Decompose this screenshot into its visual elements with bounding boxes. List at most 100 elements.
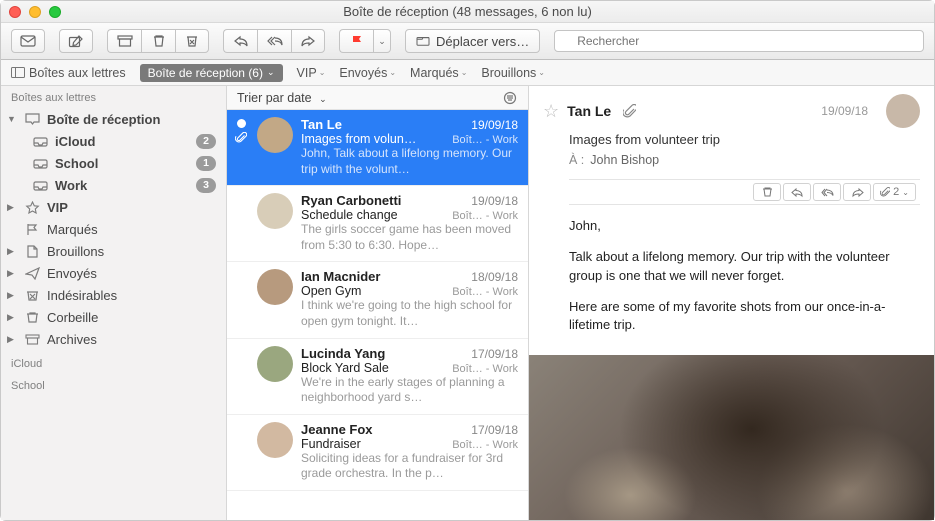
flag-menu-button[interactable]: ⌄ [373, 29, 391, 53]
mailbox-icon [31, 179, 49, 192]
message-subject: Images from volun… [301, 132, 416, 146]
message-row[interactable]: Lucinda Yang17/09/18Block Yard SaleBoît…… [227, 339, 528, 415]
move-to-button[interactable]: Déplacer vers… [405, 29, 540, 53]
favorite-link-envoyés[interactable]: Envoyés ⌄ [339, 66, 396, 80]
avatar [257, 346, 293, 382]
junk-button[interactable] [175, 29, 209, 53]
sidebar-inbox-label: Boîte de réception [47, 112, 216, 127]
reader-attachments-button[interactable]: 2 ⌄ [873, 183, 916, 201]
sidebar-archive[interactable]: ▶ Archives [1, 328, 226, 350]
get-mail-button[interactable] [11, 29, 45, 53]
message-row[interactable]: Ian Macnider18/09/18Open GymBoît… - Work… [227, 262, 528, 338]
mailboxes-label: Boîtes aux lettres [29, 66, 126, 80]
message-folder: Boît… - Work [452, 363, 518, 375]
message-folder: Boît… - Work [452, 134, 518, 146]
message-preview: We're in the early stages of planning a … [301, 375, 518, 406]
message-preview: John, Talk about a lifelong memory. Our … [301, 146, 518, 177]
sidebar-account-work[interactable]: Work3 [1, 174, 226, 196]
sidebar-account-icloud[interactable]: iCloud2 [1, 130, 226, 152]
close-window-button[interactable] [9, 6, 21, 18]
chevron-down-icon: ⌄ [319, 94, 327, 104]
reader-delete-button[interactable] [753, 183, 781, 201]
message-folder: Boît… - Work [452, 210, 518, 222]
sidebar-flagged[interactable]: Marqués [1, 218, 226, 240]
reader-date: 19/09/18 [821, 104, 868, 118]
reply-button[interactable] [223, 29, 257, 53]
message-preview: The girls soccer game has been moved fro… [301, 222, 518, 253]
message-sender: Ian Macnider [301, 269, 380, 284]
archive-delete-group [107, 29, 209, 53]
inbox-favorite-pill[interactable]: Boîte de réception (6) ⌄ [140, 64, 283, 82]
forward-button[interactable] [291, 29, 325, 53]
sidebar-sent[interactable]: ▶ Envoyés [1, 262, 226, 284]
junk-icon [23, 289, 41, 302]
message-row[interactable]: Ryan Carbonetti19/09/18Schedule changeBo… [227, 186, 528, 262]
disclosure-triangle-icon[interactable]: ▶ [7, 202, 17, 213]
mailboxes-toggle[interactable]: Boîtes aux lettres [11, 66, 126, 80]
minimize-window-button[interactable] [29, 6, 41, 18]
compose-button[interactable] [59, 29, 93, 53]
reader-reply-button[interactable] [783, 183, 811, 201]
disclosure-triangle-icon[interactable]: ▶ [7, 312, 17, 323]
reader-paragraph: Talk about a lifelong memory. Our trip w… [569, 248, 916, 286]
reader-toolbar: 2 ⌄ [569, 179, 920, 205]
favorite-link-marqués[interactable]: Marqués ⌄ [410, 66, 467, 80]
attachment-count: 2 [893, 186, 899, 198]
reader-body: John, Talk about a lifelong memory. Our t… [529, 205, 934, 347]
disclosure-triangle-icon[interactable]: ▶ [7, 290, 17, 301]
favorite-link-brouillons[interactable]: Brouillons ⌄ [481, 66, 545, 80]
message-date: 17/09/18 [471, 347, 518, 361]
search-input[interactable] [554, 30, 924, 52]
trash-icon [23, 311, 41, 324]
reader-reply-all-button[interactable] [813, 183, 841, 201]
reader-subject: Images from volunteer trip [569, 132, 920, 147]
move-to-label: Déplacer vers… [436, 34, 529, 49]
main-toolbar: ⌄ Déplacer vers… [1, 23, 934, 60]
mailbox-icon [31, 135, 49, 148]
window-controls [9, 6, 61, 18]
favorite-link-vip[interactable]: VIP ⌄ [297, 66, 326, 80]
sidebar-section-school[interactable]: School [1, 372, 226, 394]
sidebar-sent-label: Envoyés [47, 266, 216, 281]
vip-star-icon[interactable]: ☆ [543, 101, 559, 122]
chevron-down-icon: ⌄ [319, 68, 326, 77]
sidebar-drafts[interactable]: ▶ Brouillons [1, 240, 226, 262]
avatar [257, 269, 293, 305]
unread-badge: 3 [196, 178, 216, 193]
sidebar: Boîtes aux lettres ▼ Boîte de réception … [1, 86, 227, 520]
message-row[interactable]: Tan Le19/09/18Images from volun…Boît… - … [227, 110, 528, 186]
sidebar-vip-label: VIP [47, 200, 216, 215]
message-sender: Lucinda Yang [301, 346, 385, 361]
message-row[interactable]: Jeanne Fox17/09/18FundraiserBoît… - Work… [227, 415, 528, 491]
disclosure-triangle-icon[interactable]: ▶ [7, 268, 17, 279]
sidebar-inbox[interactable]: ▼ Boîte de réception [1, 108, 226, 130]
sort-button[interactable]: Trier par date ⌄ [237, 91, 327, 105]
chevron-down-icon: ⌄ [267, 67, 275, 78]
message-date: 18/09/18 [471, 270, 518, 284]
sidebar-trash-label: Corbeille [47, 310, 216, 325]
reader-paragraph: Here are some of my favorite shots from … [569, 298, 916, 336]
reader-avatar [886, 94, 920, 128]
reader-forward-button[interactable] [843, 183, 871, 201]
reader-pane: ☆ Tan Le 19/09/18 Images from volunteer … [529, 86, 934, 520]
sidebar-vip[interactable]: ▶ VIP [1, 196, 226, 218]
message-preview: Soliciting ideas for a fundraiser for 3r… [301, 451, 518, 482]
reader-paragraph: John, [569, 217, 916, 236]
filter-icon[interactable] [502, 91, 518, 105]
document-icon [23, 245, 41, 258]
message-sender: Ryan Carbonetti [301, 193, 401, 208]
sidebar-trash[interactable]: ▶ Corbeille [1, 306, 226, 328]
sidebar-section-icloud[interactable]: iCloud [1, 350, 226, 372]
zoom-window-button[interactable] [49, 6, 61, 18]
sidebar-account-school[interactable]: School1 [1, 152, 226, 174]
disclosure-triangle-icon[interactable]: ▼ [7, 114, 17, 124]
disclosure-triangle-icon[interactable]: ▶ [7, 334, 17, 345]
sidebar-icon [11, 67, 25, 78]
delete-button[interactable] [141, 29, 175, 53]
sidebar-junk[interactable]: ▶ Indésirables [1, 284, 226, 306]
archive-button[interactable] [107, 29, 141, 53]
disclosure-triangle-icon[interactable]: ▶ [7, 246, 17, 257]
flag-button[interactable] [339, 29, 373, 53]
reply-all-button[interactable] [257, 29, 291, 53]
message-subject: Fundraiser [301, 437, 361, 451]
